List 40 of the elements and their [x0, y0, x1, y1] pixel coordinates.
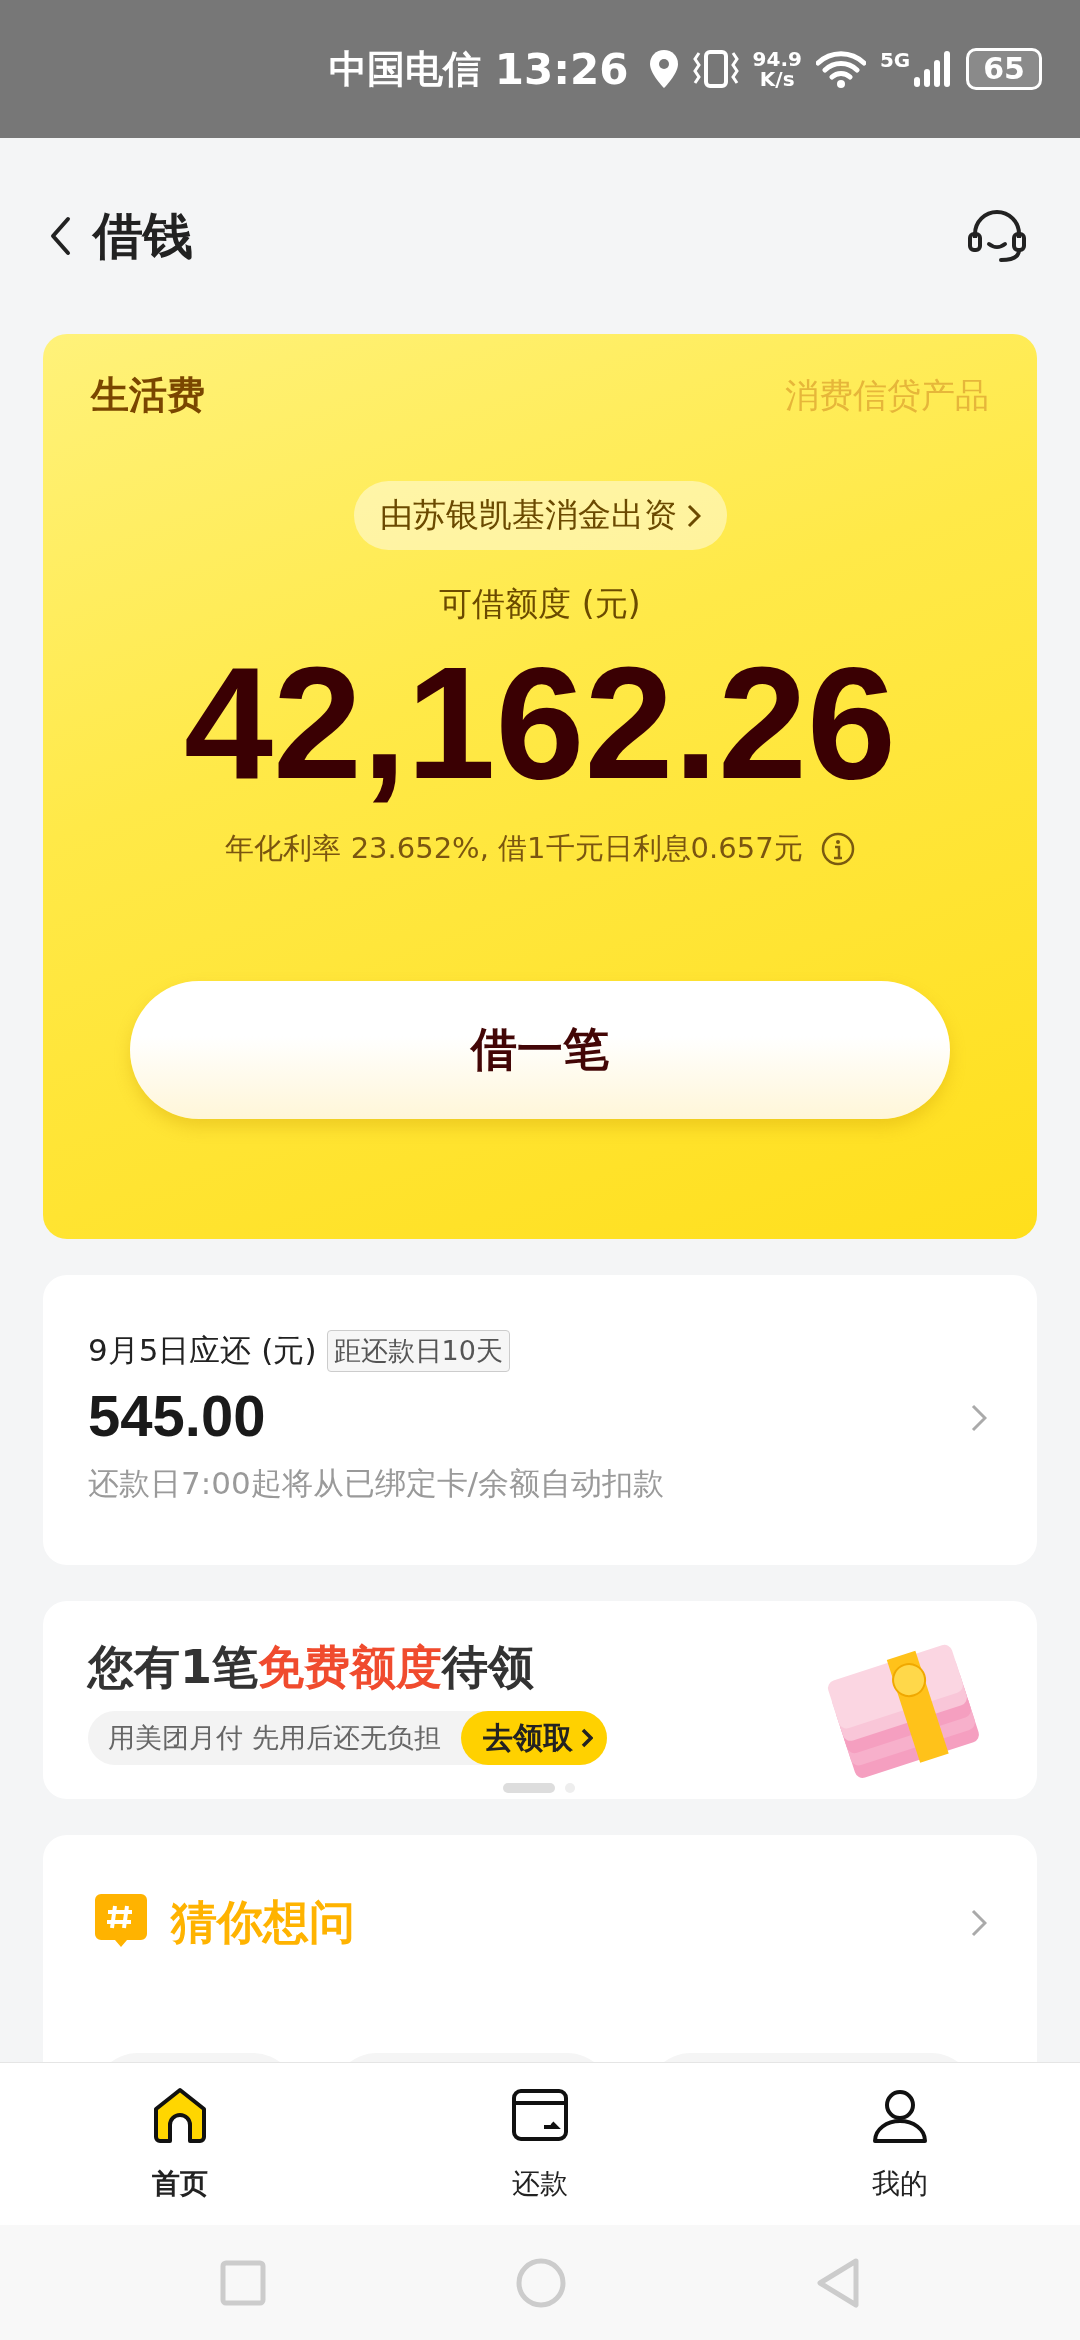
chevron-icon — [686, 503, 701, 528]
product-name: 生活费 — [91, 372, 205, 419]
repayment-card[interactable]: 9月5日应还 (元) 距还款日10天 545.00 还款日7:00起将从已绑定卡/余额自动扣款 — [43, 1275, 1037, 1565]
days-left-badge: 距还款日10天 — [326, 1330, 510, 1372]
auto-debit-note: 还款日7:00起将从已绑定卡/余额自动扣款 — [88, 1464, 665, 1503]
clock: 13:26 — [494, 44, 629, 94]
carrier-name: 中国电信 — [328, 45, 481, 93]
tab-item[interactable]: 首页 — [80, 2085, 280, 2203]
limit-label: 可借额度 (元) — [439, 583, 641, 625]
credit-amount: 42,162.26 — [184, 632, 896, 814]
battery-level: 65 — [966, 48, 1042, 90]
info-icon[interactable] — [820, 832, 855, 866]
network-type: 5G — [879, 48, 911, 72]
due-label: 9月5日应还 (元) — [88, 1331, 317, 1370]
speed-unit: K/s — [759, 69, 795, 89]
home-button-icon — [516, 2257, 566, 2308]
funder-link[interactable]: 由苏银凯基消金出资 — [353, 481, 727, 550]
speed-value: 94.9 — [752, 49, 802, 69]
chevron-icon — [580, 1728, 593, 1748]
rate-text: 年化利率 23.652%, 借1千元日利息0.657元 — [225, 830, 803, 867]
claim-button[interactable]: 去领取 — [460, 1711, 607, 1765]
chevron-icon — [971, 1403, 987, 1432]
promo-headline: 您有1笔免费额度待领 — [88, 1639, 535, 1696]
vibrate-icon — [692, 49, 739, 89]
borrow-button[interactable]: 借一笔 — [130, 981, 950, 1119]
back-icon — [816, 2257, 860, 2308]
tab-item[interactable]: 还款 — [440, 2085, 640, 2203]
promo-banner[interactable]: 您有1笔免费额度待领 用美团月付 先用后还无负担 去领取 — [43, 1601, 1037, 1799]
section-title: 猜你想问 — [171, 1894, 355, 1951]
wifi-icon — [815, 49, 866, 89]
back-icon — [49, 216, 71, 256]
page-title: 借钱 — [93, 205, 193, 267]
tab-item[interactable]: 我的 — [800, 2085, 1000, 2203]
signal-icon — [912, 49, 953, 89]
headset-icon[interactable] — [967, 208, 1027, 264]
recents-icon — [220, 2259, 266, 2306]
due-amount: 545.00 — [88, 1382, 267, 1449]
promo-subtitle: 用美团月付 先用后还无负担 — [108, 1721, 442, 1755]
chevron-icon[interactable] — [971, 1909, 987, 1937]
location-icon — [648, 49, 679, 89]
